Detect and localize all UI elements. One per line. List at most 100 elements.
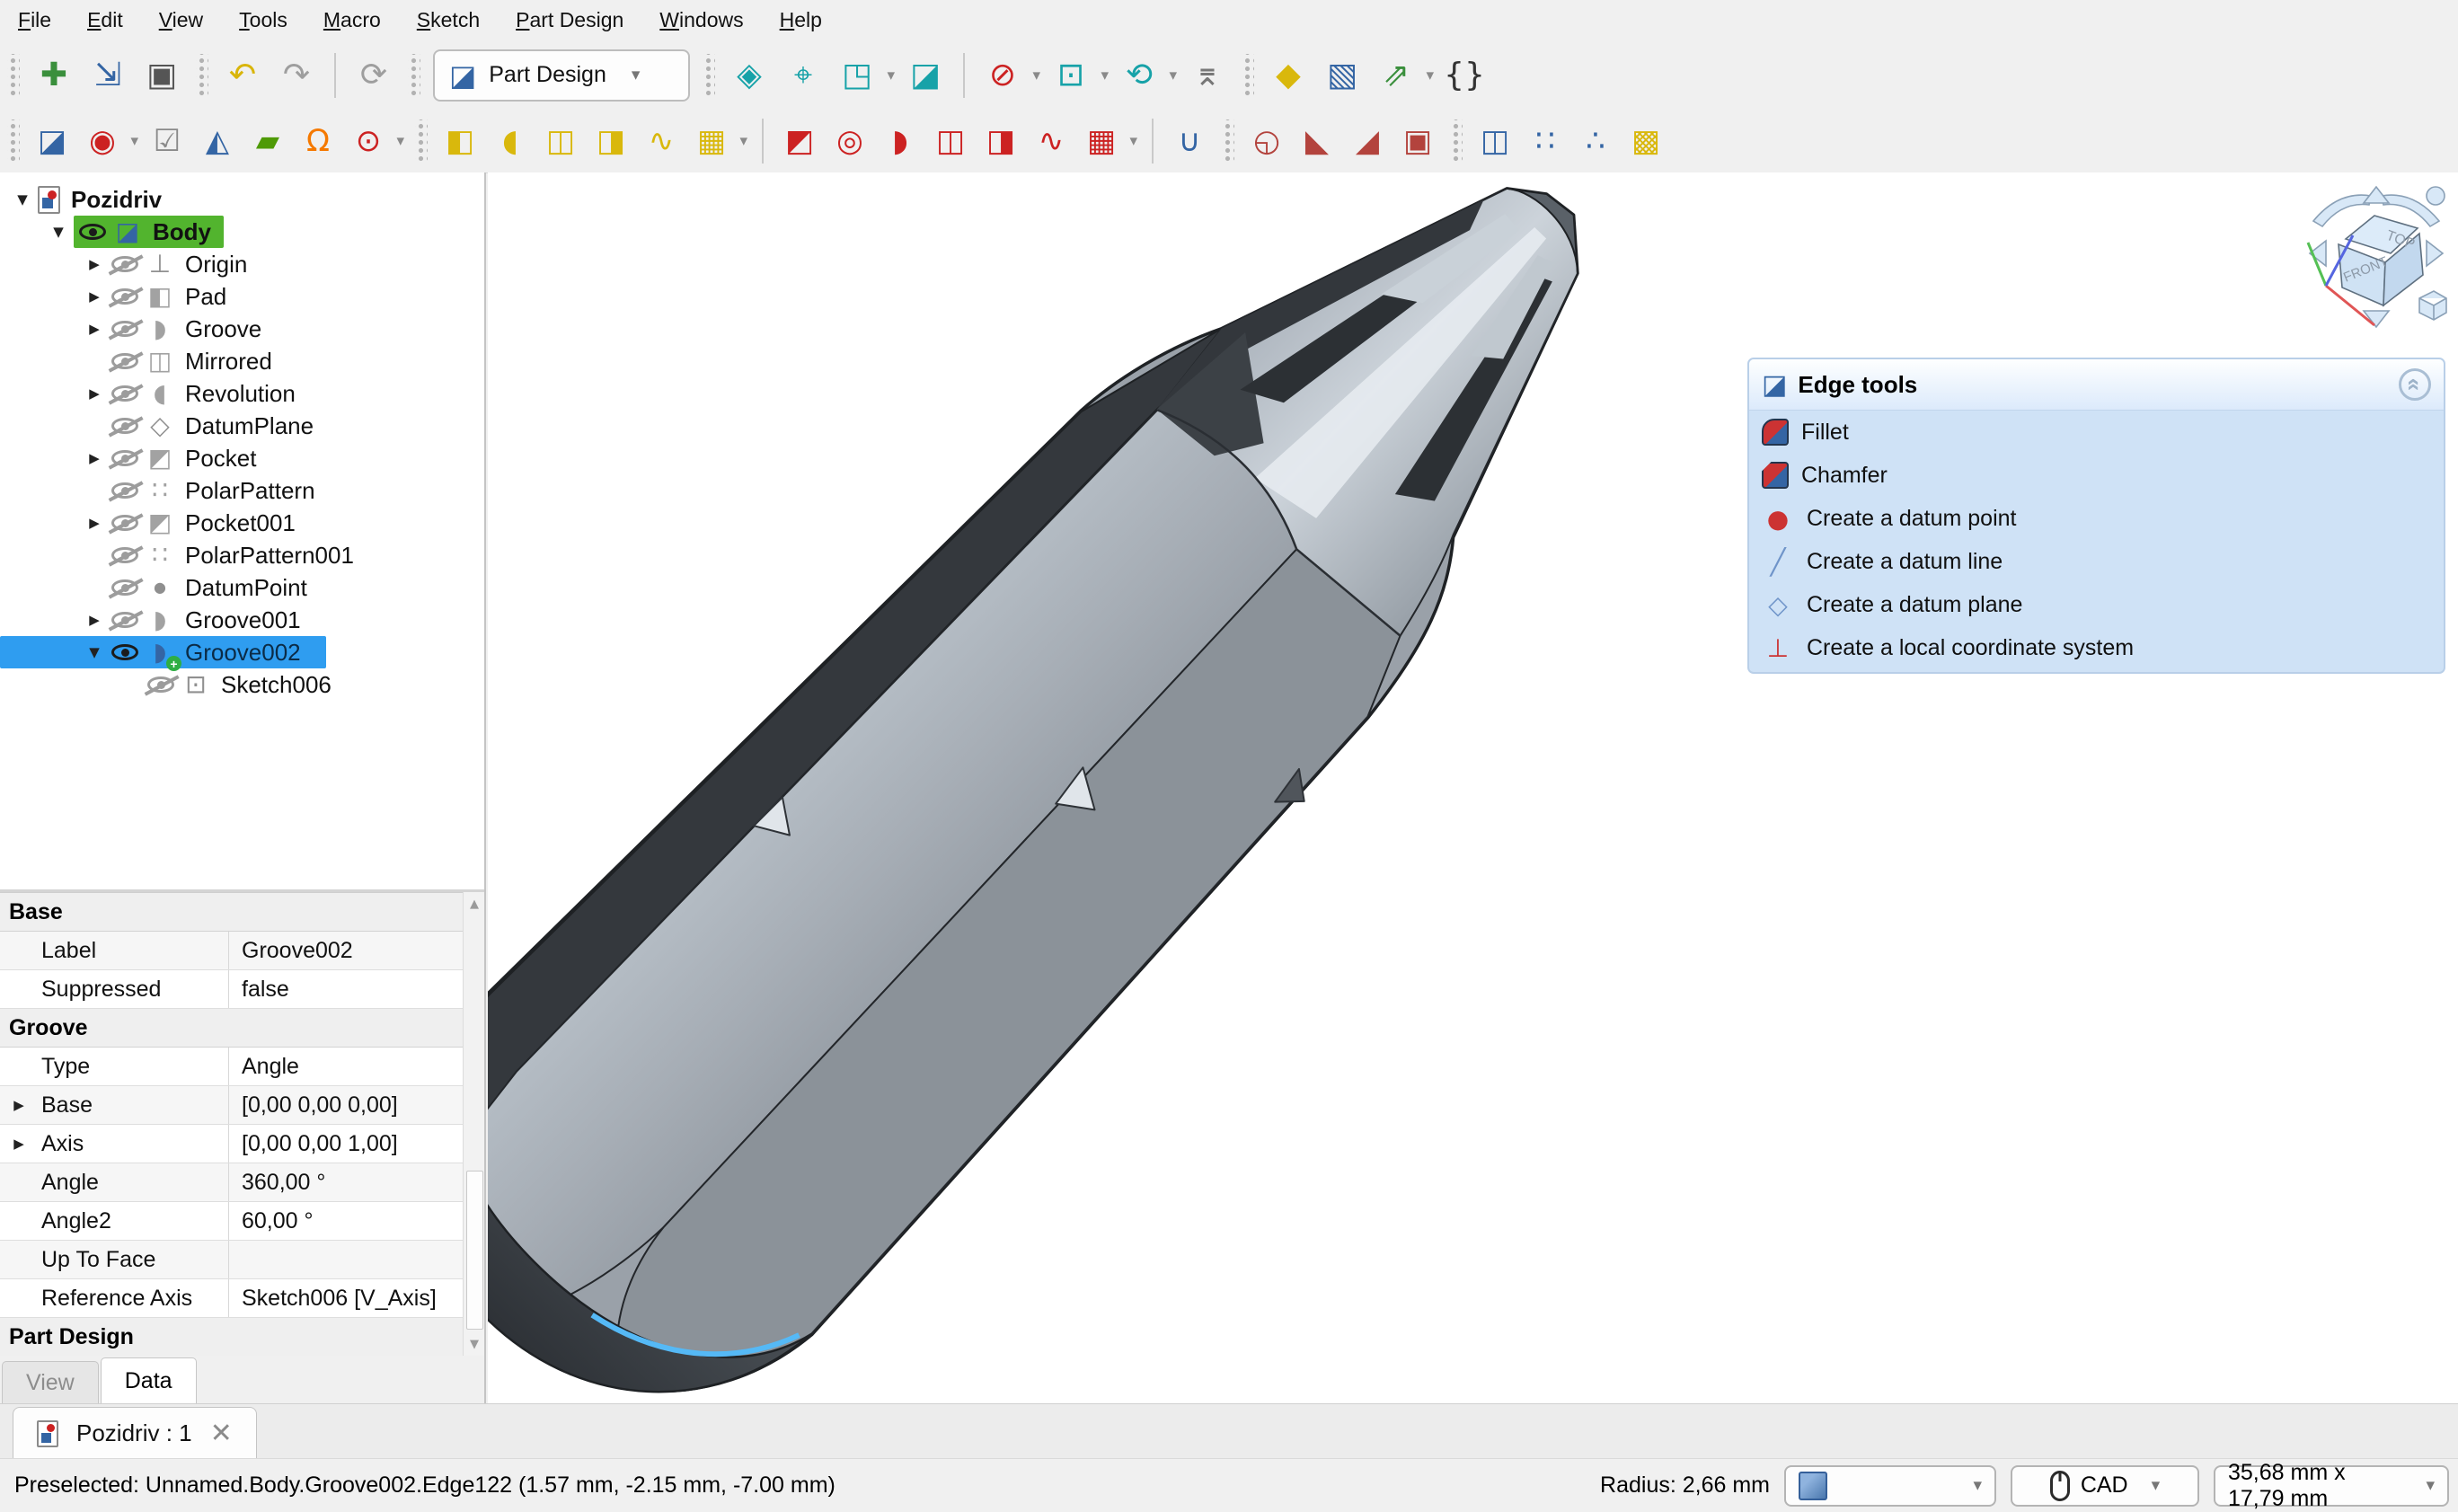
eye-hidden-icon[interactable] [111, 579, 138, 596]
create-datum-button[interactable]: ⊙▾ [345, 118, 392, 164]
eye-hidden-icon[interactable] [111, 385, 138, 402]
create-sketch-button[interactable]: ◉▾ [79, 118, 126, 164]
toolbar-grip-handle[interactable] [1242, 54, 1254, 97]
axonometric-view-button[interactable]: ◳▾ [832, 50, 882, 101]
tree-expander-icon[interactable]: ▶ [79, 321, 110, 337]
dropdown-arrow-icon[interactable]: ▾ [1426, 66, 1434, 84]
close-tab-icon[interactable]: ✕ [210, 1418, 233, 1449]
tree-expander-icon[interactable]: ▼ [79, 644, 110, 660]
additive-primitive-button[interactable]: ▦▾ [688, 118, 735, 164]
tab-data[interactable]: Data [101, 1357, 197, 1403]
create-body-button[interactable]: ◪ [29, 118, 75, 164]
eye-hidden-icon[interactable] [111, 515, 138, 531]
polar-pattern-button[interactable]: ∴ [1572, 118, 1619, 164]
toolbar-grip-handle[interactable] [415, 119, 428, 163]
tree-item-pad[interactable]: ▶◧Pad [0, 280, 484, 313]
dropdown-arrow-icon[interactable]: ▾ [1101, 66, 1109, 84]
property-value[interactable]: [0,00 0,00 0,00] [229, 1086, 463, 1124]
tree-item-datumpoint[interactable]: ●DatumPoint [0, 571, 484, 604]
revolution-button[interactable]: ◖ [487, 118, 534, 164]
section-plane-button[interactable]: ◪ [900, 50, 950, 101]
tree-expander-icon[interactable]: ▶ [79, 256, 110, 272]
tab-view[interactable]: View [2, 1361, 99, 1403]
eye-hidden-icon[interactable] [111, 482, 138, 499]
edge-tool-create-a-datum-line[interactable]: ╱Create a datum line [1749, 540, 2444, 583]
pad-button[interactable]: ◧ [437, 118, 483, 164]
draft-button[interactable]: ◢ [1344, 118, 1391, 164]
toolbar-grip-handle[interactable] [1450, 119, 1463, 163]
navigation-style-dropdown[interactable]: CAD ▾ [2011, 1465, 2199, 1507]
toolbar-grip-handle[interactable] [408, 54, 420, 97]
additive-helix-button[interactable]: ∿ [638, 118, 685, 164]
fillet-button[interactable]: ◵ [1243, 118, 1290, 164]
property-row-type[interactable]: TypeAngle [0, 1048, 463, 1086]
tree-item-pocket[interactable]: ▶◩Pocket [0, 442, 484, 474]
property-group-groove[interactable]: Groove [0, 1009, 463, 1048]
eye-visible-icon[interactable] [111, 644, 138, 660]
eye-hidden-icon[interactable] [111, 256, 138, 272]
eye-hidden-icon[interactable] [111, 353, 138, 369]
dropdown-arrow-icon[interactable]: ▾ [1032, 66, 1040, 84]
pocket-button[interactable]: ◩ [776, 118, 823, 164]
property-value[interactable]: Angle [229, 1048, 463, 1085]
map-sketch-button[interactable]: ◭ [194, 118, 241, 164]
clipping-plane-button[interactable]: ⊘▾ [977, 50, 1028, 101]
menu-item-sketch[interactable]: Sketch [399, 0, 498, 40]
menu-item-edit[interactable]: Edit [69, 0, 141, 40]
scrollbar-thumb[interactable] [466, 1171, 483, 1330]
menu-item-view[interactable]: View [141, 0, 221, 40]
property-row-up-to-face[interactable]: Up To Face [0, 1241, 463, 1279]
tree-expander-icon[interactable]: ▶ [79, 450, 110, 466]
model-tree[interactable]: ▼Pozidriv▼◪Body▶⊥Origin▶◧Pad▶◗Groove◫Mir… [0, 172, 484, 889]
box-element-selection-button[interactable]: ⊡▾ [1046, 50, 1096, 101]
save-document-button[interactable]: ▣ [137, 50, 187, 101]
property-row-reference-axis[interactable]: Reference AxisSketch006 [V_Axis] [0, 1279, 463, 1318]
property-grid[interactable]: BaseLabelGroove002SuppressedfalseGrooveT… [0, 892, 463, 1357]
tree-expander-icon[interactable]: ▼ [7, 191, 38, 208]
tree-expander-icon[interactable]: ▼ [43, 224, 74, 240]
tree-expander-icon[interactable]: ▶ [79, 612, 110, 628]
property-row-label[interactable]: LabelGroove002 [0, 932, 463, 970]
property-value[interactable]: [0,00 0,00 1,00] [229, 1125, 463, 1163]
toolbar-grip-handle[interactable] [7, 54, 20, 97]
eye-visible-icon[interactable] [79, 224, 106, 240]
zoom-fit-all-button[interactable]: ◈ [724, 50, 774, 101]
eye-hidden-icon[interactable] [111, 321, 138, 337]
edge-tool-create-a-local-coordinate-system[interactable]: ⊥Create a local coordinate system [1749, 626, 2444, 669]
eye-hidden-icon[interactable] [111, 450, 138, 466]
tree-item-sketch006[interactable]: ⊡Sketch006 [0, 668, 484, 701]
create-group-button[interactable]: ▧ [1317, 50, 1367, 101]
refresh-button[interactable]: ⟳ [349, 50, 399, 101]
undo-button[interactable]: ↶ [217, 50, 268, 101]
tree-item-revolution[interactable]: ▶◖Revolution [0, 377, 484, 410]
chamfer-button[interactable]: ◣ [1294, 118, 1340, 164]
subtractive-primitive-button[interactable]: ▦▾ [1078, 118, 1125, 164]
property-value[interactable] [229, 1241, 463, 1278]
zoom-selection-button[interactable]: ⌖ [778, 50, 828, 101]
scroll-up-icon[interactable]: ▲ [464, 892, 485, 915]
property-group-base[interactable]: Base [0, 893, 463, 932]
tree-expander-icon[interactable]: ▶ [79, 385, 110, 402]
hole-button[interactable]: ◎ [827, 118, 873, 164]
tree-item-pocket001[interactable]: ▶◩Pocket001 [0, 507, 484, 539]
property-row-base[interactable]: ▶Base[0,00 0,00 0,00] [0, 1086, 463, 1125]
property-row-angle[interactable]: Angle360,00 ° [0, 1163, 463, 1202]
view-size-dropdown[interactable]: 35,68 mm x 17,79 mm ▾ [2214, 1465, 2449, 1507]
workbench-selector[interactable]: ◪Part Design▾ [433, 49, 690, 102]
dropdown-arrow-icon[interactable]: ▾ [887, 66, 895, 84]
groove-button[interactable]: ◗ [877, 118, 924, 164]
collapse-panel-button[interactable]: « [2399, 368, 2431, 401]
overlay-color-dropdown[interactable]: ▾ [1784, 1465, 1996, 1507]
edge-tool-create-a-datum-point[interactable]: ●Create a datum point [1749, 497, 2444, 540]
dropdown-arrow-icon[interactable]: ▾ [1129, 132, 1137, 150]
menu-item-macro[interactable]: Macro [305, 0, 399, 40]
edge-tool-fillet[interactable]: Fillet [1749, 411, 2444, 454]
subtractive-helix-button[interactable]: ∿ [1028, 118, 1074, 164]
tree-item-origin[interactable]: ▶⊥Origin [0, 248, 484, 280]
additive-loft-button[interactable]: ◫ [537, 118, 584, 164]
property-expander-icon[interactable]: ▶ [0, 1086, 38, 1124]
edge-tool-chamfer[interactable]: Chamfer [1749, 454, 2444, 497]
expression-editor-button[interactable]: {} [1439, 50, 1490, 101]
edge-tool-create-a-datum-plane[interactable]: ◇Create a datum plane [1749, 583, 2444, 626]
property-expander-icon[interactable]: ▶ [0, 1125, 38, 1163]
